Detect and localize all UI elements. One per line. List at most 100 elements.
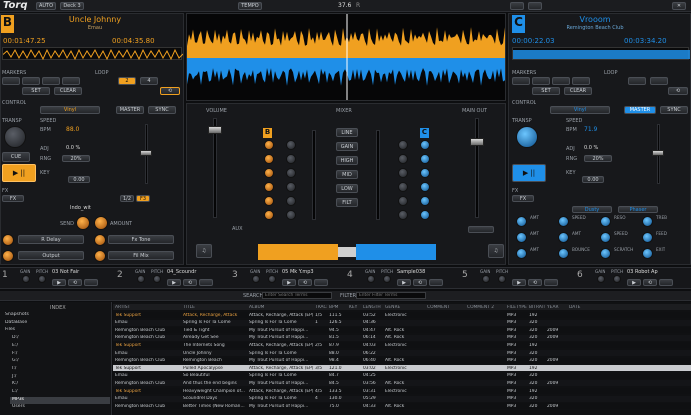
channel-play-button[interactable]: ▶: [512, 279, 526, 286]
right-fx-knob-4[interactable]: [516, 232, 527, 243]
cue-button[interactable]: CUE: [2, 152, 30, 162]
tree-item[interactable]: I:/: [10, 366, 110, 373]
fx-knob-1[interactable]: [2, 234, 14, 246]
channel-pitch-knob[interactable]: [38, 275, 46, 283]
table-row[interactable]: Emau So Beautiful Spring Is For Ta Come 84.…: [113, 372, 691, 379]
effect-slot-2[interactable]: Fx Tone: [108, 235, 174, 244]
close-button[interactable]: ✕: [672, 2, 686, 10]
headphone-cue-c[interactable]: ♫: [488, 244, 504, 258]
eq-knob-c-1[interactable]: [420, 154, 430, 164]
pitch-slider-handle[interactable]: [140, 150, 152, 156]
channel-loop-button[interactable]: ⟲: [298, 279, 312, 286]
channel-loop-button[interactable]: ⟲: [528, 279, 542, 286]
eq-label-line[interactable]: LINE: [336, 128, 358, 137]
tree-item[interactable]: F:/: [10, 351, 110, 358]
marker-2[interactable]: [22, 77, 40, 85]
fx-sync-button[interactable]: FX: [2, 195, 24, 202]
channel-loop-button[interactable]: ⟲: [643, 279, 657, 286]
table-row[interactable]: Remington Beach Club Tied & Tight My Trout…: [113, 327, 691, 334]
eq-label-mid[interactable]: MID: [336, 170, 358, 179]
range-select[interactable]: 20%: [62, 155, 90, 162]
clear-button[interactable]: CLEAR: [564, 87, 592, 95]
eq-label-high[interactable]: HIGH: [336, 156, 358, 165]
channel-gain-knob[interactable]: [367, 275, 375, 283]
eq-knob-c2-0[interactable]: [398, 140, 408, 150]
channel-loop-button[interactable]: ⟲: [413, 279, 427, 286]
eq-knob-b-1[interactable]: [264, 154, 274, 164]
tree-item[interactable]: Users: [10, 404, 110, 411]
pitch-slider[interactable]: [652, 124, 664, 184]
channel-pitch-knob[interactable]: [153, 275, 161, 283]
loop-toggle-button[interactable]: ⟲: [668, 87, 688, 95]
eq-knob-c-5[interactable]: [420, 210, 430, 220]
deck-b-overview-waveform[interactable]: [2, 47, 184, 61]
marker-4[interactable]: [62, 77, 80, 85]
channel-pitch-knob[interactable]: [383, 275, 391, 283]
eq-knob-b-3[interactable]: [264, 182, 274, 192]
amount-knob[interactable]: [94, 216, 108, 230]
eq-label-filt[interactable]: FILT: [336, 198, 358, 207]
fx-sync-button[interactable]: FX: [512, 195, 534, 202]
eq-knob-c2-4[interactable]: [398, 196, 408, 206]
fx-knob-4[interactable]: [94, 250, 106, 262]
right-fx-knob-6[interactable]: [600, 232, 611, 243]
tree-item[interactable]: Snapshots: [3, 312, 103, 319]
sync-button[interactable]: SYNC: [148, 106, 176, 114]
play-pause-button[interactable]: ▶ ||: [2, 164, 36, 182]
eq-knob-c2-5[interactable]: [398, 210, 408, 220]
clear-button[interactable]: CLEAR: [54, 87, 82, 95]
loop-4-button[interactable]: 4: [140, 77, 158, 85]
table-row[interactable]: Emau Spring Is For Ta Come Spring Is For T…: [113, 319, 691, 326]
marker-1[interactable]: [512, 77, 530, 85]
right-fx-knob-0[interactable]: [516, 216, 527, 227]
right-fx-knob-8[interactable]: [516, 248, 527, 259]
fx-preset-select-2[interactable]: Phaser: [618, 206, 658, 213]
channel-cue-button[interactable]: [544, 279, 558, 286]
pitch-slider[interactable]: [140, 124, 152, 184]
column-header-key[interactable]: KEY: [347, 305, 361, 310]
send-knob[interactable]: [76, 216, 90, 230]
loop-button-b[interactable]: [650, 77, 668, 85]
eq-label-low[interactable]: LOW: [336, 184, 358, 193]
eq-knob-c-2[interactable]: [420, 168, 430, 178]
channel-pitch-knob[interactable]: [268, 275, 276, 283]
marker-2[interactable]: [532, 77, 550, 85]
marker-3[interactable]: [552, 77, 570, 85]
table-row[interactable]: Remington Beach Club And thus the end beg…: [113, 380, 691, 387]
volume-fader-b-handle[interactable]: [208, 126, 222, 134]
set-button[interactable]: SET: [532, 87, 560, 95]
table-row[interactable]: Remington Beach Club Remington Beach My Tr…: [113, 357, 691, 364]
eq-knob-c2-2[interactable]: [398, 168, 408, 178]
deck-c-overview-waveform[interactable]: [512, 47, 690, 60]
tree-item[interactable]: Files: [3, 327, 103, 334]
column-header-bpm[interactable]: BPM: [327, 305, 347, 310]
eq-knob-b2-4[interactable]: [286, 196, 296, 206]
eq-knob-b-5[interactable]: [264, 210, 274, 220]
main-out-fader-handle[interactable]: [470, 138, 484, 146]
column-header-title[interactable]: TITLE: [181, 305, 247, 310]
fx-badge-b[interactable]: F3: [136, 195, 150, 202]
auto-button[interactable]: AUTO: [36, 2, 56, 10]
column-header-comment[interactable]: COMMENT: [425, 305, 465, 310]
vinyl-select[interactable]: Vinyl: [40, 106, 100, 114]
deck-select[interactable]: Deck 3: [60, 2, 84, 10]
eq-knob-c-0[interactable]: [420, 140, 430, 150]
fx-badge-a[interactable]: 1/2: [120, 195, 134, 202]
eq-knob-b2-5[interactable]: [286, 210, 296, 220]
column-header-artist[interactable]: ARTIST: [113, 305, 181, 310]
column-header-bitrate[interactable]: BITRATE: [527, 305, 545, 310]
pitch-slider-handle[interactable]: [652, 150, 664, 156]
column-header-album[interactable]: ALBUM: [247, 305, 313, 310]
main-out-fader[interactable]: [470, 118, 484, 218]
marker-1[interactable]: [2, 77, 20, 85]
eq-knob-b2-0[interactable]: [286, 140, 296, 150]
column-header-genre[interactable]: GENRE: [383, 305, 425, 310]
column-header-comment-2[interactable]: COMMENT 2: [465, 305, 505, 310]
eq-label-gain[interactable]: GAIN: [336, 142, 358, 151]
eq-knob-c2-1[interactable]: [398, 154, 408, 164]
transport-knob[interactable]: [516, 126, 538, 148]
right-fx-knob-1[interactable]: [558, 216, 569, 227]
channel-gain-knob[interactable]: [137, 275, 145, 283]
channel-gain-knob[interactable]: [482, 275, 490, 283]
channel-pitch-knob[interactable]: [498, 275, 506, 283]
